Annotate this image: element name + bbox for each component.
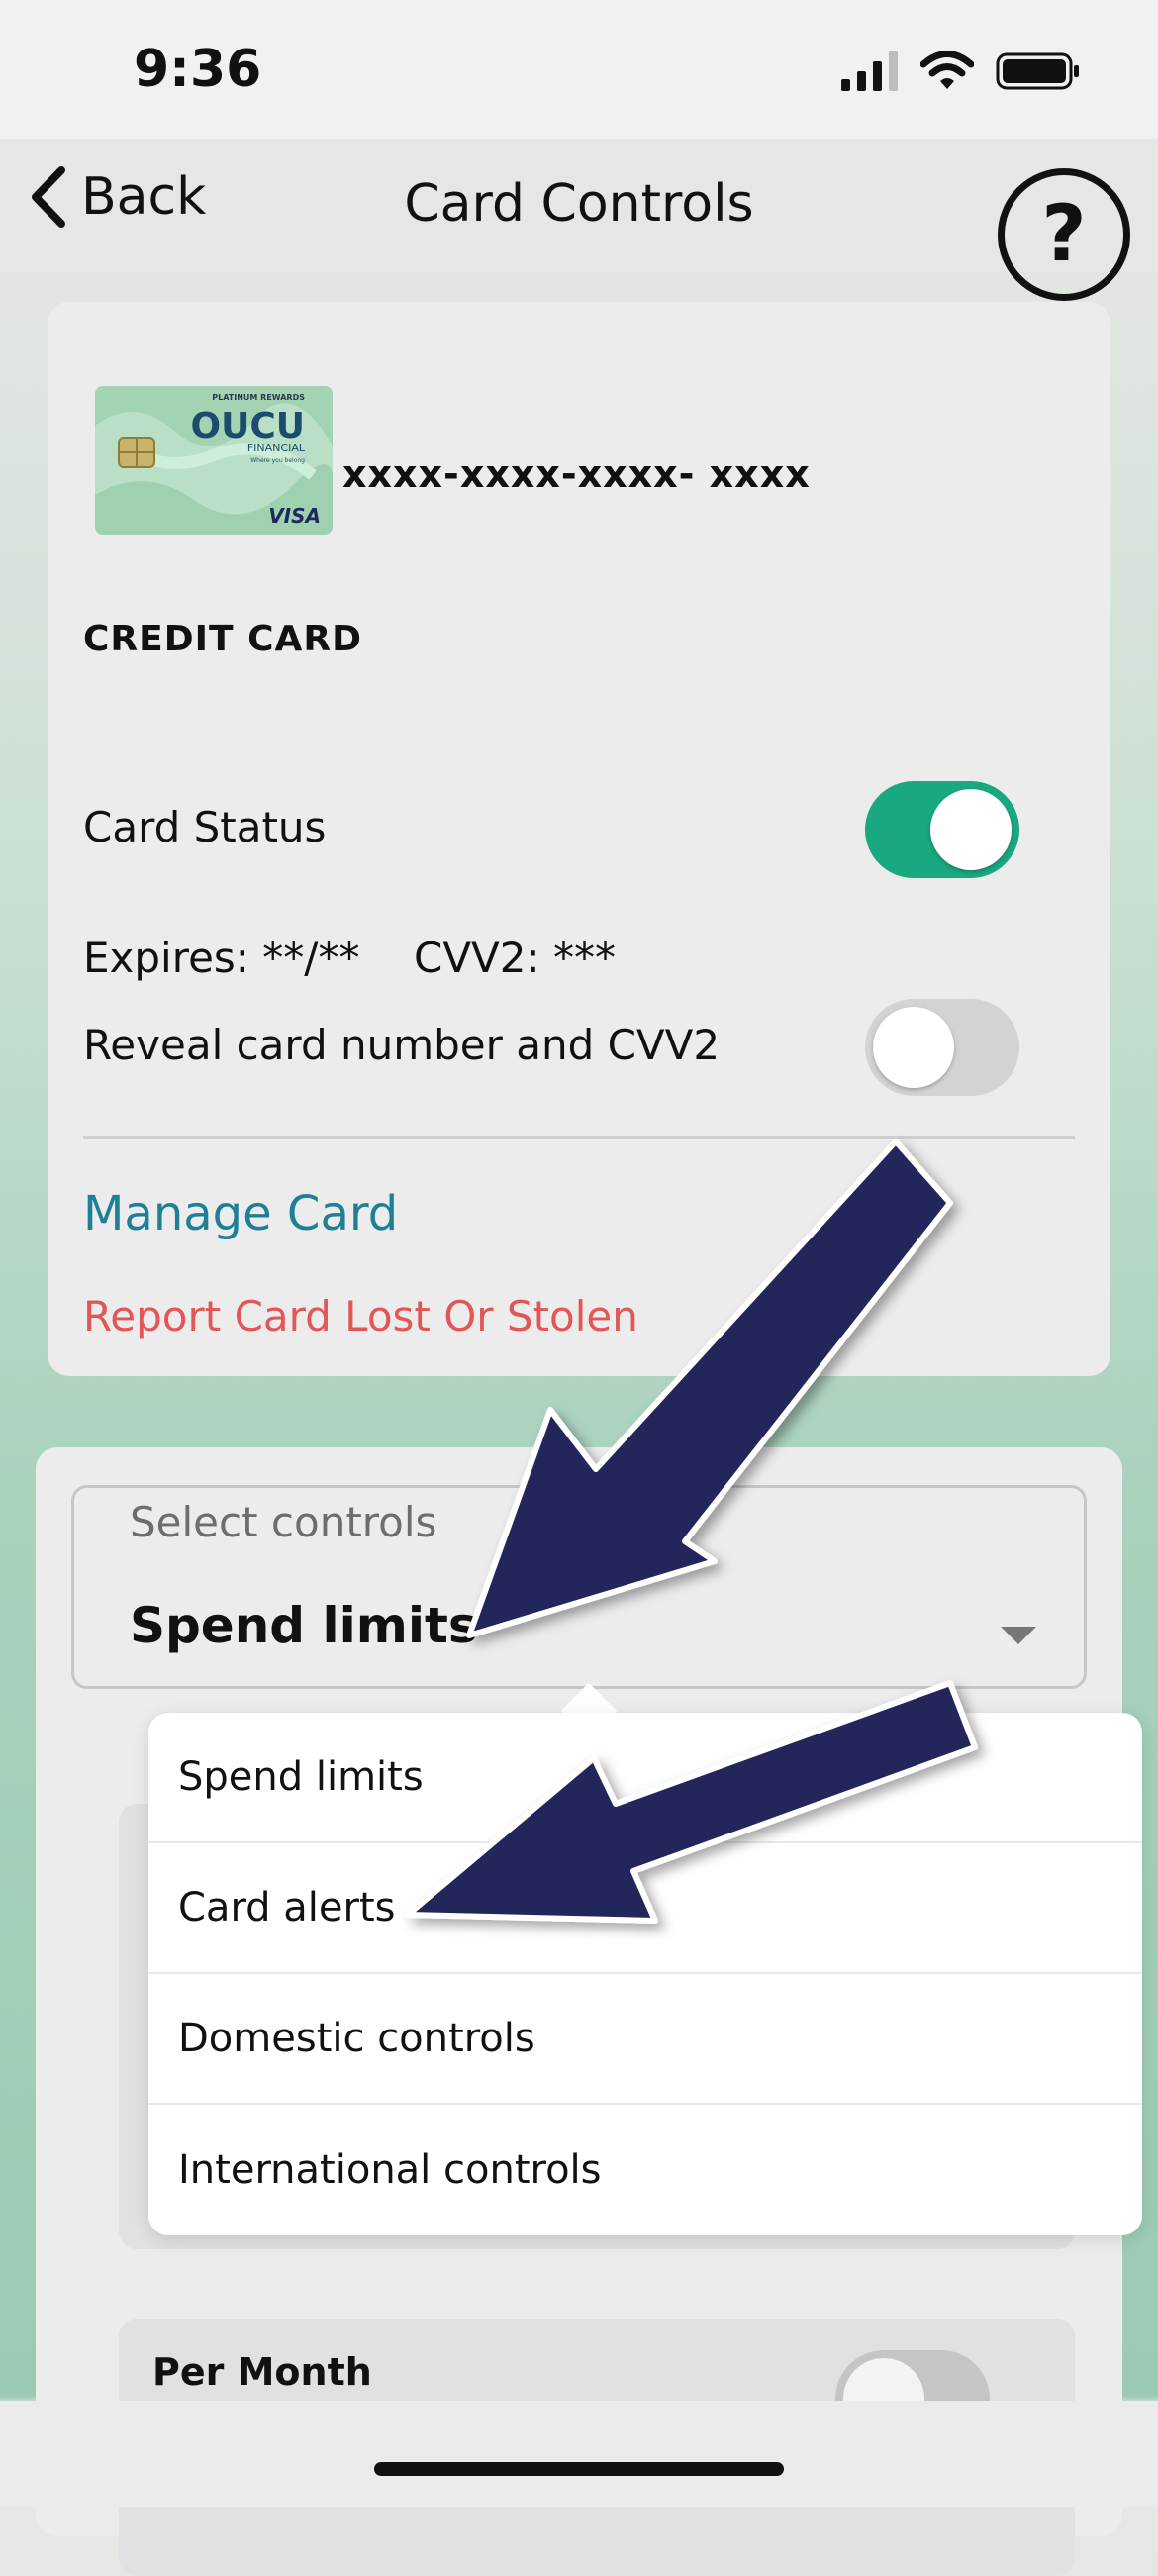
signal-icon	[841, 51, 898, 91]
card-tier-text: PLATINUM REWARDS	[212, 393, 305, 402]
menu-item-international-controls[interactable]: International controls	[148, 2105, 1142, 2235]
card-tagline-text: Where you belong	[250, 457, 305, 464]
caret-down-icon	[1001, 1627, 1036, 1644]
nav-bar: Back Card Controls ?	[0, 139, 1158, 301]
card-status-toggle[interactable]	[865, 781, 1019, 878]
card-network-text: VISA	[268, 504, 321, 528]
credit-card-graphic: PLATINUM REWARDS OUCU FINANCIAL Where yo…	[95, 386, 333, 535]
help-button[interactable]: ?	[998, 168, 1130, 301]
controls-dropdown-menu: Spend limits Card alerts Domestic contro…	[148, 1713, 1142, 2235]
select-controls-dropdown[interactable]: Select controls Spend limits	[71, 1485, 1087, 1689]
menu-item-spend-limits[interactable]: Spend limits	[148, 1713, 1142, 1843]
status-icons	[841, 51, 1081, 91]
select-label: Select controls	[130, 1498, 437, 1546]
home-bar-area	[0, 2401, 1158, 2507]
card-status-label: Card Status	[83, 803, 327, 851]
card-panel: PLATINUM REWARDS OUCU FINANCIAL Where yo…	[48, 302, 1110, 1376]
expires-label: Expires: **/**	[83, 934, 360, 982]
report-lost-stolen-link[interactable]: Report Card Lost Or Stolen	[83, 1292, 638, 1340]
reveal-toggle[interactable]	[865, 999, 1019, 1096]
card-image: PLATINUM REWARDS OUCU FINANCIAL Where yo…	[95, 386, 333, 535]
cvv-label: CVV2: ***	[414, 934, 617, 982]
page-title: Card Controls	[404, 174, 754, 234]
card-number: xxxx-xxxx-xxxx- xxxx	[342, 452, 811, 496]
card-brand-sub-text: FINANCIAL	[247, 442, 306, 454]
home-indicator[interactable]	[374, 2462, 784, 2476]
toggle-knob	[930, 789, 1012, 870]
manage-card-link[interactable]: Manage Card	[83, 1186, 398, 1241]
menu-item-card-alerts[interactable]: Card alerts	[148, 1843, 1142, 1974]
per-month-label: Per Month	[152, 2350, 372, 2394]
reveal-label: Reveal card number and CVV2	[83, 1021, 721, 1069]
card-brand-text: OUCU	[191, 406, 306, 446]
card-type: CREDIT CARD	[83, 619, 362, 659]
select-value: Spend limits	[130, 1597, 478, 1654]
battery-icon	[996, 52, 1079, 90]
toggle-knob	[873, 1007, 954, 1088]
status-time: 9:36	[134, 40, 262, 99]
menu-item-domestic-controls[interactable]: Domestic controls	[148, 1974, 1142, 2105]
status-bar: 9:36	[0, 0, 1158, 139]
divider	[83, 1136, 1075, 1139]
wifi-icon	[920, 51, 974, 89]
help-icon: ?	[1041, 190, 1087, 279]
